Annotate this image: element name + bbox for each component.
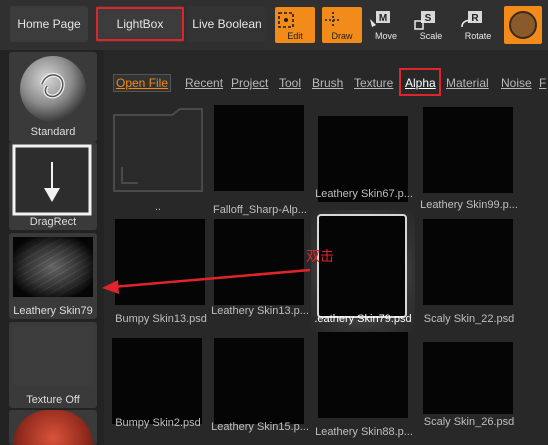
svg-text:M: M — [379, 13, 387, 24]
draw-label: Draw — [331, 31, 353, 41]
left-brush-panel: Standard DragRect Leathery Skin79 Textur… — [0, 50, 104, 445]
grid-item-label: .. — [154, 201, 162, 213]
edit-tool-button[interactable]: Edit — [275, 7, 315, 43]
standard-brush-icon — [20, 56, 86, 122]
texture-off-thumbnail — [13, 326, 93, 386]
leathery-skin79-label: Leathery Skin79 — [13, 305, 93, 317]
material-sphere-icon — [509, 11, 537, 39]
annotation-arrow — [102, 268, 311, 294]
scaly-skin22-thumbnail — [423, 219, 513, 305]
grid-item-label: Scaly Skin_26.psd — [423, 416, 515, 428]
leathery-skin79-thumbnail — [317, 214, 407, 318]
tab-material[interactable]: Material — [446, 76, 489, 90]
scale-tool-button[interactable]: S Scale — [411, 7, 451, 43]
tab-open-file[interactable]: Open File — [113, 74, 172, 92]
tab-f[interactable]: F — [539, 76, 546, 90]
grid-item-label: Leathery Skin13.p... — [211, 305, 309, 317]
texture-off-item[interactable]: Texture Off — [9, 322, 97, 408]
leathery-skin99-thumbnail — [423, 107, 513, 193]
move-label: Move — [374, 31, 397, 41]
double-click-annotation: 双击 — [306, 249, 334, 265]
texture-off-label: Texture Off — [26, 394, 80, 406]
live-boolean-button[interactable]: Live Boolean — [187, 6, 267, 42]
grid-item-label: Bumpy Skin13.psd — [115, 313, 207, 325]
material-button[interactable] — [504, 6, 542, 44]
draw-icon — [325, 12, 341, 28]
top-toolbar: Home Page LightBox Live Boolean Edit Dra… — [0, 0, 548, 50]
svg-text:R: R — [471, 13, 479, 24]
bumpy-skin2-thumbnail — [112, 338, 202, 424]
dragrect-label: DragRect — [29, 216, 77, 228]
grid-item-label: Leathery Skin88.p... — [315, 426, 413, 438]
falloff-thumbnail — [214, 105, 304, 191]
home-page-button[interactable]: Home Page — [10, 6, 88, 42]
tab-brush[interactable]: Brush — [312, 76, 343, 90]
grid-item-label: Bumpy Skin2.psd — [115, 417, 201, 429]
grid-item-label: Falloff_Sharp-Alp... — [213, 204, 307, 216]
dragrect-stroke-item[interactable]: DragRect — [9, 142, 97, 230]
red-material-sphere-icon — [13, 410, 93, 445]
edit-icon — [278, 12, 294, 28]
rotate-icon: R — [461, 11, 482, 28]
grid-item-label: Scaly Skin_22.psd — [423, 313, 515, 325]
material-preview-item[interactable] — [9, 410, 97, 445]
lightbox-tabs: Open File Recent Project Tool Brush Text… — [104, 70, 548, 94]
folder-icon — [113, 108, 203, 192]
leathery-skin15-thumbnail — [214, 338, 304, 424]
svg-text:S: S — [425, 13, 432, 24]
scale-icon: S — [414, 11, 435, 30]
move-icon: M — [370, 11, 390, 27]
tab-tool[interactable]: Tool — [279, 76, 301, 90]
dragrect-icon — [12, 144, 92, 216]
tab-project[interactable]: Project — [231, 76, 268, 90]
standard-brush-label: Standard — [30, 126, 76, 138]
leathery-skin79-thumbnail — [13, 237, 93, 297]
lightbox-highlight-box — [96, 7, 184, 41]
edit-label: Edit — [287, 31, 303, 41]
draw-tool-button[interactable]: Draw — [322, 7, 362, 43]
leathery-skin88-thumbnail — [318, 332, 408, 418]
rotate-label: Rotate — [464, 31, 492, 41]
grid-item-label: Leathery Skin15.p... — [211, 421, 309, 433]
alpha-leathery-skin79-item[interactable]: Leathery Skin79 — [9, 233, 97, 319]
alpha-tab-highlight-box — [399, 68, 441, 96]
tab-texture[interactable]: Texture — [354, 76, 393, 90]
scale-label: Scale — [419, 31, 443, 41]
grid-item-label: Leathery Skin99.p... — [420, 199, 518, 211]
grid-item-label: .eathery Skin79.psd — [314, 313, 412, 325]
move-tool-button[interactable]: M Move — [366, 7, 406, 43]
tab-recent[interactable]: Recent — [185, 76, 223, 90]
standard-brush-item[interactable]: Standard — [9, 52, 97, 142]
tab-noise[interactable]: Noise — [501, 76, 532, 90]
scaly-skin26-thumbnail — [423, 342, 513, 414]
rotate-tool-button[interactable]: R Rotate — [458, 7, 498, 43]
grid-item-label: Leathery Skin67.p... — [315, 188, 413, 200]
